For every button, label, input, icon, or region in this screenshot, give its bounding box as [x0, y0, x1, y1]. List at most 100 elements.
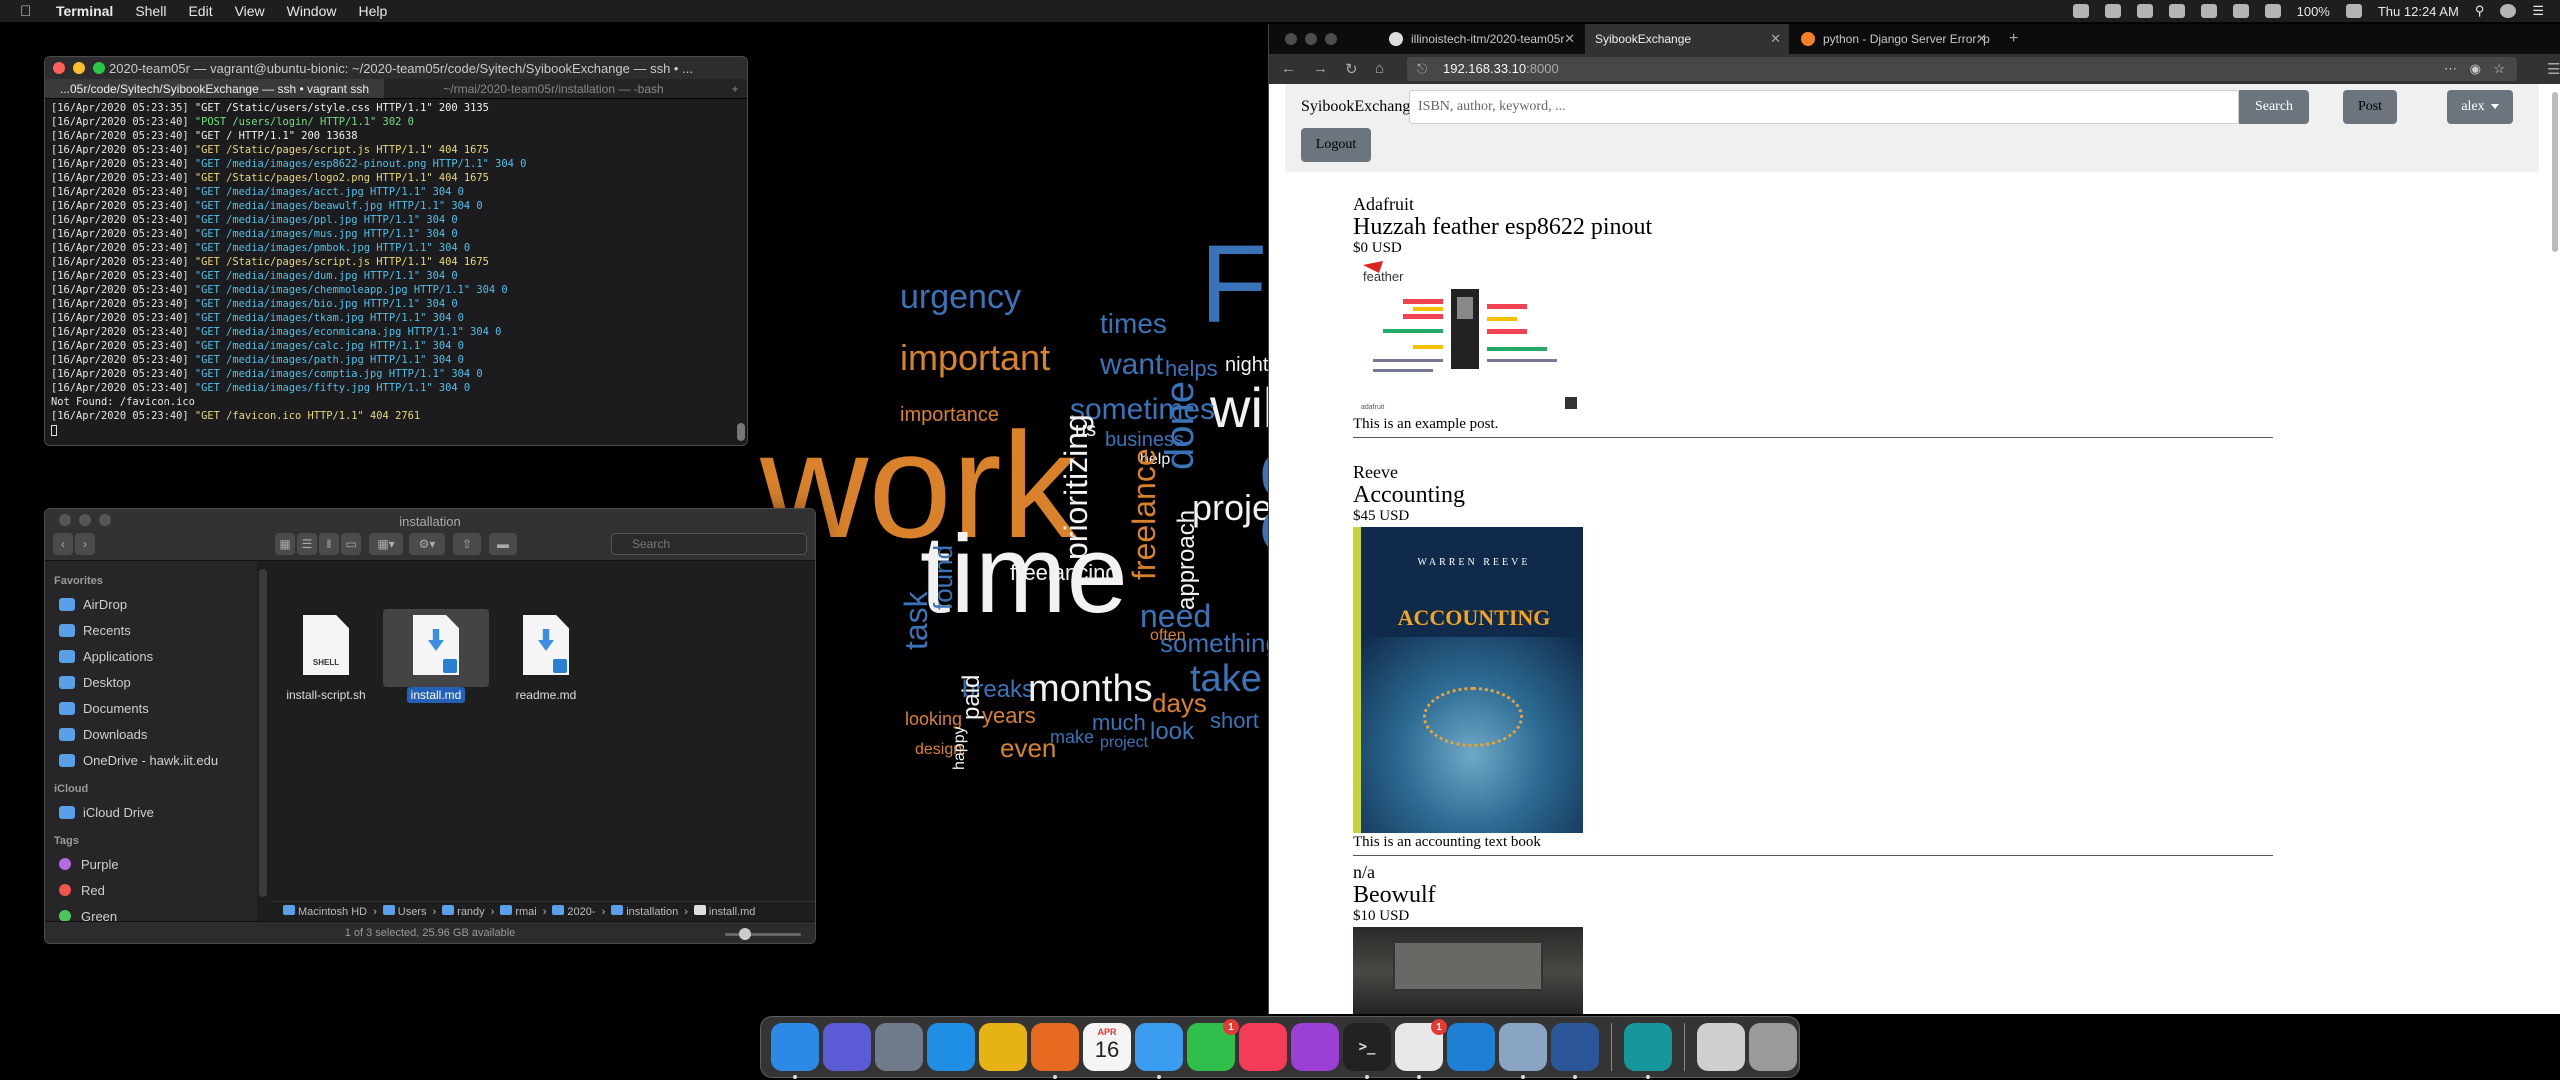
facetime-icon[interactable]: 1 — [1187, 1019, 1239, 1071]
tag-icon[interactable]: ▬ — [489, 533, 517, 555]
site-brand[interactable]: SyibookExchange — [1301, 98, 1409, 116]
close-button[interactable] — [1285, 33, 1297, 45]
menu-window[interactable]: Window — [287, 3, 337, 19]
path-item[interactable]: rmai — [500, 905, 537, 918]
file-install-script[interactable]: SHELL install-script.sh — [273, 609, 379, 703]
grid-status-icon[interactable] — [2136, 4, 2153, 18]
forward-button[interactable]: › — [75, 533, 95, 555]
reload-icon[interactable]: ↻ — [1345, 60, 1358, 78]
battery-percent[interactable]: 100% — [2297, 4, 2330, 19]
display-icon[interactable] — [2168, 4, 2185, 18]
post-title[interactable]: Beowulf — [1353, 882, 2273, 908]
icon-size-slider[interactable] — [725, 928, 801, 940]
document-stack-icon[interactable] — [1697, 1023, 1745, 1071]
close-tab-icon[interactable]: ✕ — [1564, 31, 1575, 47]
apple-menu-icon[interactable]:  — [20, 3, 38, 20]
chrome-icon[interactable] — [979, 1023, 1027, 1071]
menu-view[interactable]: View — [235, 3, 265, 19]
finder-file-area[interactable]: SHELL install-script.sh install.md readm… — [273, 561, 815, 921]
notification-center-icon[interactable]: ☰ — [2532, 3, 2544, 19]
trash-icon[interactable] — [1749, 1023, 1797, 1071]
menu-edit[interactable]: Edit — [188, 3, 212, 19]
cloud-status-icon[interactable] — [2072, 4, 2089, 18]
back-button[interactable]: ‹ — [53, 533, 73, 555]
word-icon[interactable] — [1551, 1023, 1599, 1079]
minimize-button[interactable] — [73, 62, 85, 74]
sidebar-item-recents[interactable]: Recents — [45, 617, 257, 643]
finder-search-input[interactable]: Search — [611, 533, 807, 555]
column-view-button[interactable]: ‖ — [319, 533, 339, 555]
battery-icon[interactable] — [2345, 4, 2362, 18]
vscode-icon[interactable] — [1447, 1023, 1495, 1071]
file-readme-md[interactable]: readme.md — [493, 609, 599, 703]
new-tab-icon[interactable]: + — [1999, 24, 2029, 54]
finder-titlebar[interactable]: installation ‹ › ▦ ☰ ‖ ▭ ▦▾ ⚙▾ ⇧ ▬ Searc… — [45, 509, 815, 561]
podcasts-icon[interactable] — [1291, 1023, 1339, 1071]
home-icon[interactable]: ⌂ — [1375, 60, 1384, 77]
messages-icon[interactable] — [1135, 1023, 1183, 1079]
bookmark-star-icon[interactable]: ☆ — [2493, 57, 2505, 81]
sidebar-scrollbar[interactable] — [259, 569, 267, 897]
page-viewport[interactable]: SyibookExchange ISBN, author, keyword, .… — [1269, 84, 2560, 1014]
path-item[interactable]: install.md — [693, 905, 755, 918]
calendar-icon[interactable]: APR 16 — [1083, 1023, 1131, 1071]
terminal-titlebar[interactable]: 2020-team05r — vagrant@ubuntu-bionic: ~/… — [45, 57, 747, 79]
sidebar-item-airdrop[interactable]: AirDrop — [45, 591, 257, 617]
wifi-icon[interactable] — [2232, 4, 2249, 18]
file-install-md[interactable]: install.md — [383, 609, 489, 703]
finder-icon[interactable] — [771, 1023, 819, 1079]
path-item[interactable]: Users — [382, 905, 426, 918]
new-tab-icon[interactable]: + — [723, 79, 747, 98]
accounting-book-cover[interactable]: WARREN REEVE ACCOUNTING — [1353, 527, 1583, 833]
terminal-output[interactable]: [16/Apr/2020 05:23:35] "GET /Static/user… — [45, 99, 747, 439]
sidebar-item-downloads[interactable]: Downloads — [45, 721, 257, 747]
arduino-icon[interactable] — [1624, 1023, 1672, 1079]
action-gear-icon[interactable]: ⚙▾ — [409, 533, 445, 555]
browser-tab-syibook[interactable]: SyibookExchange ✕ — [1585, 24, 1789, 54]
terminal-scrollbar[interactable] — [737, 101, 745, 441]
path-item[interactable]: 2020- — [552, 905, 596, 918]
page-actions-icon[interactable]: ⋯ — [2444, 57, 2457, 81]
sidebar-tag-red[interactable]: Red — [45, 877, 257, 903]
siri-icon[interactable] — [823, 1023, 871, 1071]
close-tab-icon[interactable]: ✕ — [1770, 31, 1781, 47]
minimize-button[interactable] — [1305, 33, 1317, 45]
logout-button[interactable]: Logout — [1301, 128, 1371, 162]
group-button[interactable]: ▦▾ — [369, 533, 403, 555]
path-item[interactable]: randy — [442, 905, 485, 918]
pinout-diagram-image[interactable]: feather adafruit — [1353, 259, 1583, 415]
menu-clock[interactable]: Thu 12:24 AM — [2378, 4, 2459, 19]
page-scrollbar[interactable] — [2552, 92, 2558, 252]
sidebar-item-documents[interactable]: Documents — [45, 695, 257, 721]
browser-tab-stackoverflow[interactable]: python - Django Server Error: p ✕ — [1791, 24, 1995, 54]
zoom-button[interactable] — [1325, 33, 1337, 45]
zoom-button[interactable] — [93, 62, 105, 74]
music-icon[interactable] — [1239, 1023, 1287, 1071]
menu-shell[interactable]: Shell — [135, 3, 166, 19]
forward-icon[interactable]: → — [1313, 60, 1328, 77]
share-icon[interactable]: ⇧ — [453, 533, 481, 555]
launchpad-icon[interactable] — [875, 1023, 923, 1071]
sidebar-item-desktop[interactable]: Desktop — [45, 669, 257, 695]
search-button[interactable]: Search — [2239, 90, 2309, 124]
safari-icon[interactable] — [927, 1023, 975, 1071]
close-button[interactable] — [53, 62, 65, 74]
bluetooth-icon[interactable] — [2200, 4, 2217, 18]
browser-tab-github[interactable]: illinoistech-itm/2020-team05r ✕ — [1379, 24, 1583, 54]
close-tab-icon[interactable]: ✕ — [1976, 31, 1987, 47]
menu-hamburger-icon[interactable]: ☰ — [2547, 60, 2560, 78]
post-title[interactable]: Accounting — [1353, 482, 2273, 508]
post-button[interactable]: Post — [2343, 90, 2397, 124]
terminal-tab-ssh[interactable]: ...05r/code/Syitech/SyibookExchange — ss… — [45, 79, 384, 98]
menu-help[interactable]: Help — [358, 3, 387, 19]
sidebar-item-onedrive[interactable]: OneDrive - hawk.iit.edu — [45, 747, 257, 773]
path-item[interactable]: installation — [611, 905, 678, 918]
menu-app-name[interactable]: Terminal — [56, 3, 113, 19]
gallery-view-button[interactable]: ▭ — [341, 533, 361, 555]
back-icon[interactable]: ← — [1281, 60, 1296, 77]
terminal-tab-bash[interactable]: ~/rmai/2020-team05r/installation — -bash — [384, 79, 723, 98]
slack-status-icon[interactable] — [2104, 4, 2121, 18]
pocket-icon[interactable]: ◉ — [2470, 57, 2481, 81]
book-search-input[interactable]: ISBN, author, keyword, ... — [1409, 90, 2239, 124]
volume-icon[interactable] — [2264, 4, 2281, 18]
